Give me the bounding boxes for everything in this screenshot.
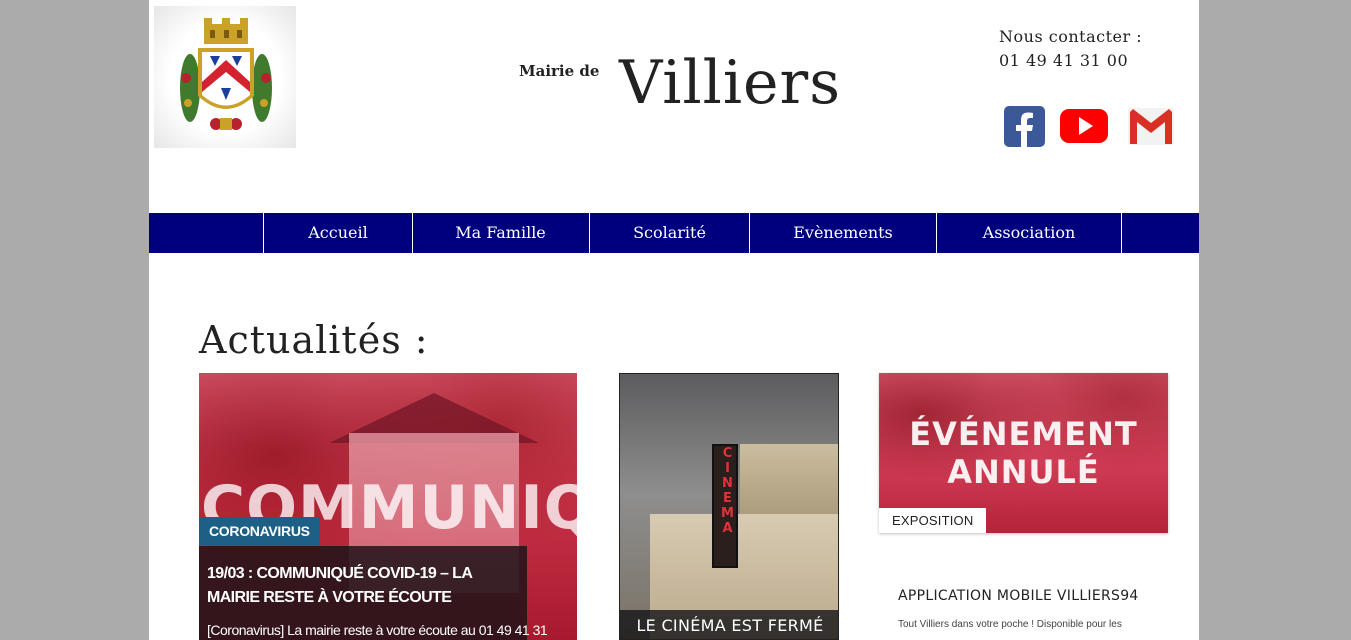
- card-image-text-line1: ÉVÉNEMENT: [909, 415, 1138, 453]
- gmail-link[interactable]: [1128, 106, 1174, 150]
- category-tag[interactable]: CORONAVIRUS: [199, 517, 320, 545]
- coat-of-arms-logo[interactable]: [154, 6, 296, 148]
- news-section-title: Actualités :: [199, 318, 429, 362]
- card-image-building: [740, 444, 838, 524]
- contact-label: Nous contacter :: [999, 27, 1143, 46]
- nav-item-ma-famille[interactable]: Ma Famille: [412, 213, 588, 253]
- card-image-text: ÉVÉNEMENT ANNULÉ: [879, 415, 1168, 491]
- card-headline[interactable]: 19/03 : COMMUNIQUÉ COVID-19 – LA MAIRIE …: [207, 562, 522, 610]
- facebook-icon: [1004, 106, 1045, 147]
- page: Mairie de Villiers Nous contacter : 01 4…: [149, 0, 1199, 640]
- youtube-icon: [1060, 109, 1108, 143]
- cinema-sign-text: CINEMA: [720, 446, 735, 536]
- app-news-title[interactable]: APPLICATION MOBILE VILLIERS94: [898, 588, 1139, 604]
- nav-item-evenements[interactable]: Evènements: [749, 213, 936, 253]
- news-card-covid[interactable]: COMMUNIQUÉ CORONAVIRUS 19/03 : COMMUNIQU…: [199, 373, 577, 640]
- nav-item-scolarite[interactable]: Scolarité: [589, 213, 749, 253]
- nav-item-association[interactable]: Association: [936, 213, 1121, 253]
- youtube-link[interactable]: [1060, 106, 1108, 148]
- mairie-label: Mairie de: [519, 62, 600, 80]
- category-tag[interactable]: EXPOSITION: [879, 508, 987, 533]
- site-title: Villiers: [619, 48, 842, 118]
- nav-divider: [1121, 213, 1122, 253]
- app-news-description: Tout Villiers dans votre poche ! Disponi…: [898, 619, 1122, 630]
- news-card-event-cancelled[interactable]: ÉVÉNEMENT ANNULÉ EXPOSITION: [879, 373, 1168, 533]
- card-image-text-line2: ANNULÉ: [947, 453, 1100, 491]
- nav-item-accueil[interactable]: Accueil: [263, 213, 412, 253]
- gmail-icon: [1128, 108, 1174, 145]
- card-overlay: 19/03 : COMMUNIQUÉ COVID-19 – LA MAIRIE …: [199, 546, 548, 640]
- facebook-link[interactable]: [1004, 106, 1045, 151]
- cinema-sign: CINEMA: [712, 444, 738, 568]
- card-excerpt: [Coronavirus] La mairie reste à votre éc…: [207, 622, 548, 638]
- coat-of-arms-icon: [180, 18, 272, 130]
- card-caption[interactable]: LE CINÉMA EST FERMÉ: [620, 610, 838, 639]
- news-card-cinema[interactable]: CINEMA LE CINÉMA EST FERMÉ: [619, 373, 839, 640]
- main-nav: Accueil Ma Famille Scolarité Evènements …: [149, 213, 1199, 253]
- contact-phone[interactable]: 01 49 41 31 00: [999, 51, 1128, 70]
